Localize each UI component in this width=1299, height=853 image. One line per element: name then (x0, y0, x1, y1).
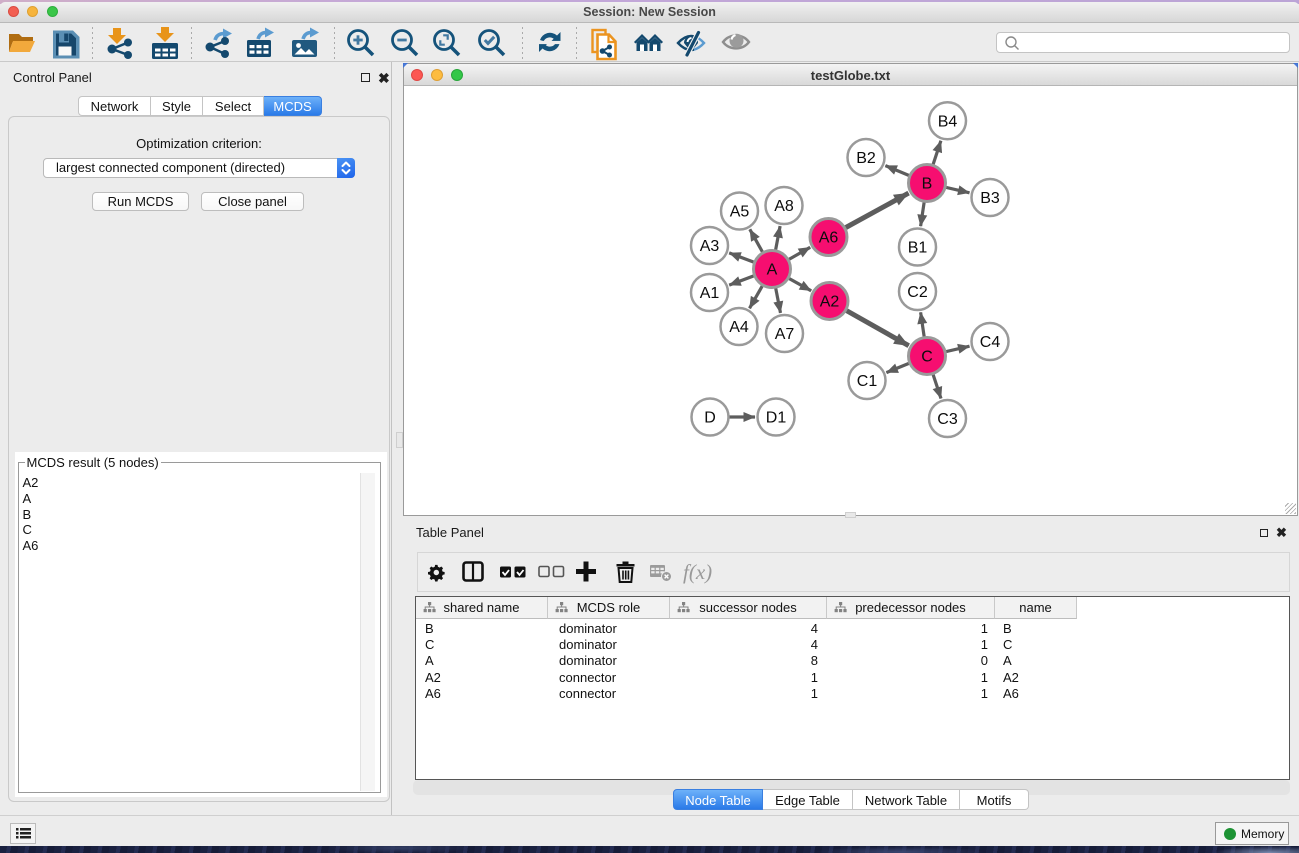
svg-text:A1: A1 (700, 285, 720, 302)
svg-text:A2: A2 (820, 294, 840, 311)
svg-text:A7: A7 (775, 326, 795, 343)
svg-text:A6: A6 (819, 230, 839, 247)
svg-text:B: B (922, 176, 933, 193)
svg-text:A4: A4 (729, 319, 749, 336)
svg-text:C2: C2 (907, 284, 928, 301)
svg-text:B1: B1 (908, 240, 928, 257)
svg-text:A8: A8 (774, 198, 794, 215)
svg-text:A3: A3 (700, 238, 720, 255)
svg-text:C1: C1 (857, 373, 878, 390)
svg-text:D1: D1 (766, 410, 787, 427)
svg-text:C4: C4 (980, 334, 1001, 351)
svg-text:D: D (704, 410, 716, 427)
svg-text:B4: B4 (938, 113, 958, 130)
svg-text:A: A (767, 262, 778, 279)
svg-text:A5: A5 (730, 204, 750, 221)
svg-text:B2: B2 (856, 150, 876, 167)
svg-text:B3: B3 (980, 190, 1000, 207)
svg-text:C: C (921, 349, 933, 366)
svg-text:C3: C3 (937, 411, 958, 428)
